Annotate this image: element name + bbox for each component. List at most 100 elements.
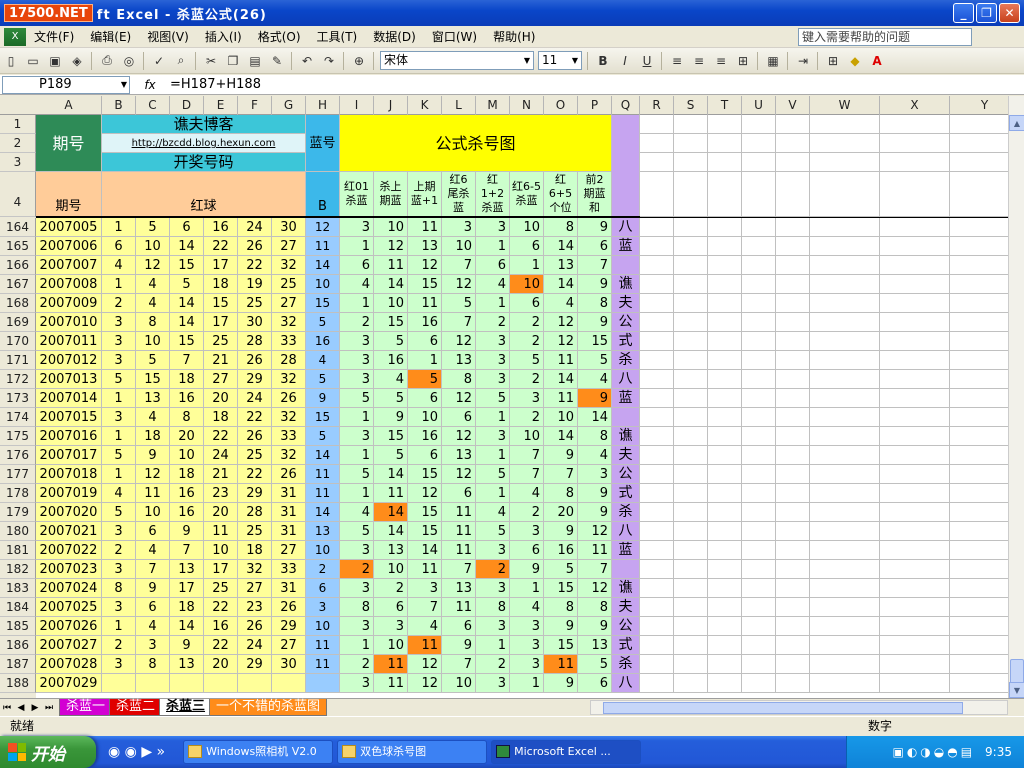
formula-cell[interactable]: 12: [544, 332, 578, 351]
red-ball-cell[interactable]: 13: [170, 655, 204, 674]
empty-cell[interactable]: [810, 655, 880, 674]
red-ball-cell[interactable]: 3: [136, 636, 170, 655]
empty-cell[interactable]: [880, 134, 950, 153]
row-header[interactable]: 175: [0, 427, 36, 446]
red-ball-cell[interactable]: [170, 674, 204, 693]
red-ball-cell[interactable]: 2: [102, 294, 136, 313]
formula-cell[interactable]: 11: [442, 541, 476, 560]
blue-ball-cell[interactable]: 9: [306, 389, 340, 408]
red-ball-cell[interactable]: 14: [170, 617, 204, 636]
empty-cell[interactable]: [674, 522, 708, 541]
formula-cell[interactable]: 14: [544, 237, 578, 256]
red-ball-cell[interactable]: 11: [204, 522, 238, 541]
empty-cell[interactable]: [810, 153, 880, 172]
red-ball-cell[interactable]: 8: [102, 579, 136, 598]
red-ball-cell[interactable]: 6: [136, 522, 170, 541]
formula-cell[interactable]: 3: [476, 617, 510, 636]
empty-cell[interactable]: [950, 446, 1008, 465]
empty-cell[interactable]: [708, 237, 742, 256]
row-header[interactable]: 3: [0, 153, 36, 172]
red-ball-cell[interactable]: 18: [136, 427, 170, 446]
empty-cell[interactable]: [776, 115, 810, 134]
empty-cell[interactable]: [880, 237, 950, 256]
red-ball-cell[interactable]: 18: [170, 370, 204, 389]
side-text-cell[interactable]: 式: [612, 636, 640, 655]
empty-cell[interactable]: [674, 408, 708, 427]
empty-cell[interactable]: [674, 446, 708, 465]
red-ball-cell[interactable]: 8: [136, 655, 170, 674]
red-ball-cell[interactable]: 17: [204, 256, 238, 275]
formula-cell[interactable]: 8: [578, 294, 612, 313]
formula-cell[interactable]: 9: [578, 218, 612, 237]
period-cell[interactable]: 2007019: [36, 484, 102, 503]
empty-cell[interactable]: [742, 636, 776, 655]
empty-cell[interactable]: [950, 256, 1008, 275]
column-header[interactable]: G: [272, 96, 306, 115]
empty-cell[interactable]: [742, 172, 776, 217]
red-ball-cell[interactable]: 26: [272, 389, 306, 408]
side-text-cell[interactable]: 杀: [612, 655, 640, 674]
header-draw-title[interactable]: 开奖号码: [102, 153, 306, 172]
formula-cell[interactable]: 13: [544, 256, 578, 275]
font-color-icon[interactable]: A: [867, 51, 887, 71]
menu-help[interactable]: 帮助(H): [485, 27, 543, 47]
red-ball-cell[interactable]: 1: [102, 275, 136, 294]
header-period[interactable]: 期号: [36, 115, 102, 172]
formula-cell[interactable]: 9: [544, 522, 578, 541]
empty-cell[interactable]: [640, 389, 674, 408]
empty-cell[interactable]: [674, 275, 708, 294]
side-text-cell[interactable]: 公: [612, 617, 640, 636]
tab-sheet-4[interactable]: 一个不错的杀蓝图: [209, 699, 328, 716]
side-text-cell[interactable]: 八: [612, 522, 640, 541]
red-ball-cell[interactable]: 22: [238, 408, 272, 427]
empty-cell[interactable]: [674, 294, 708, 313]
formula-cell[interactable]: 3: [476, 541, 510, 560]
empty-cell[interactable]: [776, 522, 810, 541]
formula-cell[interactable]: 2: [476, 560, 510, 579]
red-ball-cell[interactable]: 15: [136, 370, 170, 389]
menu-view[interactable]: 视图(V): [139, 27, 197, 47]
formula-cell[interactable]: 7: [578, 256, 612, 275]
empty-cell[interactable]: [640, 332, 674, 351]
vertical-scrollbar[interactable]: ▲ ▼: [1008, 96, 1024, 699]
formula-cell[interactable]: 5: [442, 294, 476, 313]
side-text-cell[interactable]: 八: [612, 674, 640, 693]
menu-file[interactable]: 文件(F): [26, 27, 82, 47]
formula-cell[interactable]: 9: [544, 446, 578, 465]
side-text-cell[interactable]: 蓝: [612, 541, 640, 560]
next-sheet-icon[interactable]: ▶: [28, 703, 42, 713]
formula-cell[interactable]: 10: [374, 218, 408, 237]
red-ball-cell[interactable]: 5: [102, 503, 136, 522]
red-ball-cell[interactable]: 9: [136, 579, 170, 598]
red-ball-cell[interactable]: 3: [102, 408, 136, 427]
formula-cell[interactable]: 5: [340, 522, 374, 541]
formula-cell[interactable]: 3: [340, 332, 374, 351]
red-ball-cell[interactable]: 25: [272, 275, 306, 294]
red-ball-cell[interactable]: 13: [170, 560, 204, 579]
side-text-cell[interactable]: 夫: [612, 598, 640, 617]
row-header[interactable]: 174: [0, 408, 36, 427]
side-text-cell[interactable]: 八: [612, 370, 640, 389]
red-ball-cell[interactable]: 22: [238, 465, 272, 484]
formula-cell[interactable]: 2: [476, 655, 510, 674]
red-ball-cell[interactable]: 29: [272, 617, 306, 636]
task-excel[interactable]: Microsoft Excel ...: [491, 740, 642, 764]
red-ball-cell[interactable]: 25: [238, 446, 272, 465]
maximize-button[interactable]: ❐: [976, 3, 997, 23]
empty-cell[interactable]: [742, 598, 776, 617]
period-cell[interactable]: 2007011: [36, 332, 102, 351]
red-ball-cell[interactable]: 25: [238, 294, 272, 313]
red-ball-cell[interactable]: 32: [272, 408, 306, 427]
red-ball-cell[interactable]: 3: [102, 655, 136, 674]
empty-cell[interactable]: [950, 617, 1008, 636]
empty-cell[interactable]: [640, 153, 674, 172]
formula-cell[interactable]: 13: [578, 636, 612, 655]
column-header[interactable]: S: [674, 96, 708, 115]
empty-cell[interactable]: [880, 218, 950, 237]
empty-cell[interactable]: [810, 636, 880, 655]
header-blog-url[interactable]: http://bzcdd.blog.hexun.com: [102, 134, 306, 153]
empty-cell[interactable]: [674, 503, 708, 522]
empty-cell[interactable]: [810, 256, 880, 275]
empty-cell[interactable]: [742, 332, 776, 351]
formula-cell[interactable]: 1: [408, 351, 442, 370]
